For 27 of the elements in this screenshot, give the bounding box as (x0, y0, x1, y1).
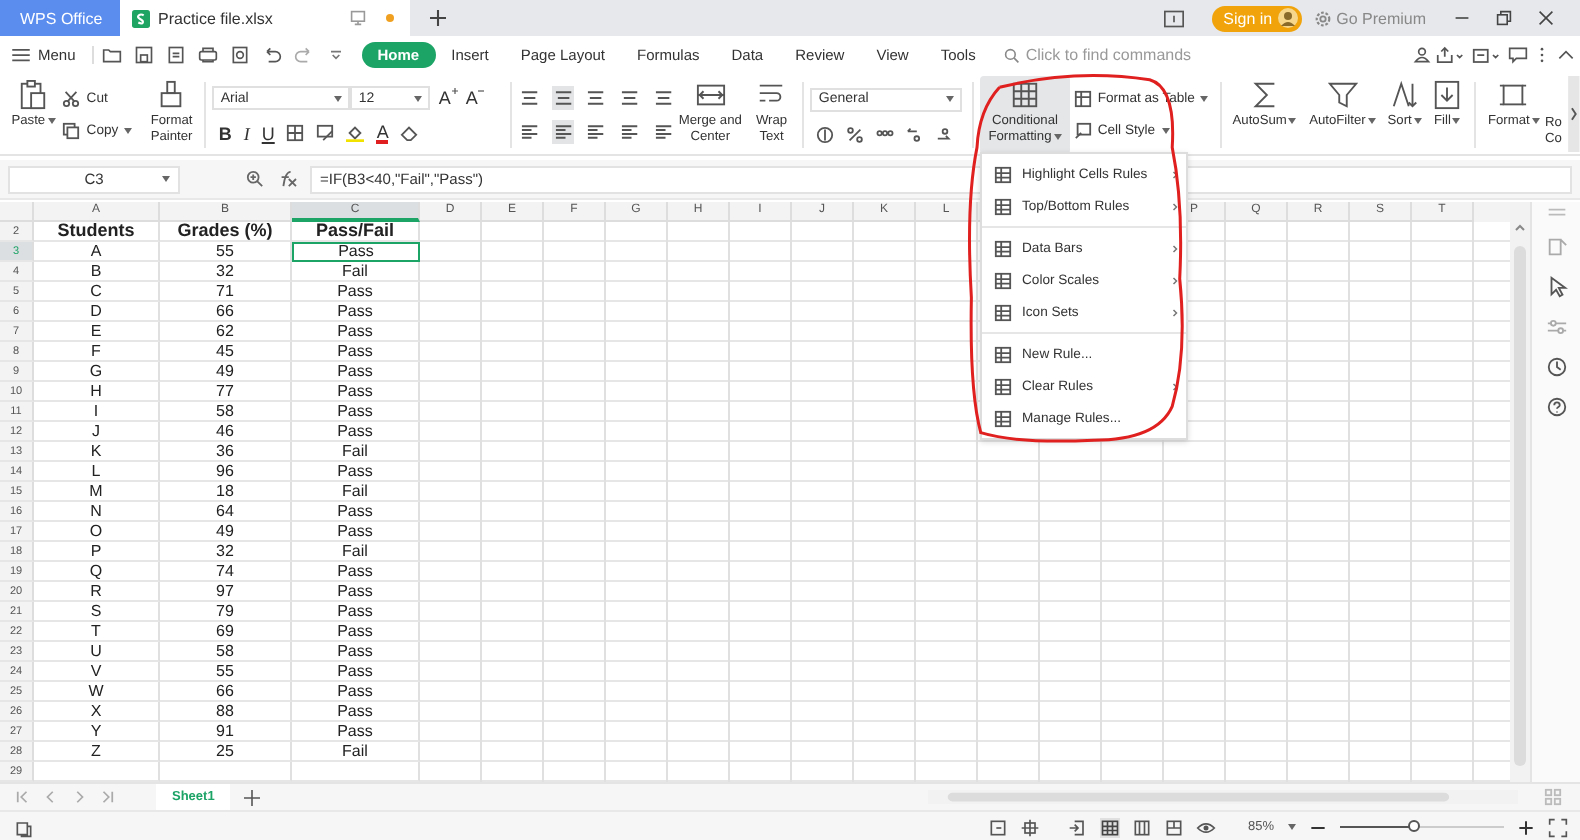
table-cell: Pass (292, 522, 420, 542)
table-cell: Pass (292, 402, 420, 422)
table-cell: Pass (292, 302, 420, 322)
table-cell: Fail (292, 742, 420, 762)
table-cell: Fail (292, 542, 420, 562)
table-cell: Pass (292, 462, 420, 482)
table-cell: Pass (292, 342, 420, 362)
table-cell: Pass (292, 702, 420, 722)
table-cell: Pass (292, 682, 420, 702)
table-cell: Pass (292, 502, 420, 522)
table-cell: Pass (292, 722, 420, 742)
table-cell: Pass (292, 642, 420, 662)
table-cell: Fail (292, 262, 420, 282)
table-cell: Pass (292, 422, 420, 442)
table-cell: Pass (292, 362, 420, 382)
table-cell: Pass (292, 602, 420, 622)
table-cell: Pass (292, 622, 420, 642)
table-cell: Pass (292, 382, 420, 402)
header-cell: Pass/Fail (292, 222, 420, 242)
table-cell: Pass (292, 282, 420, 302)
table-cell: Pass (292, 562, 420, 582)
table-cell: Pass (292, 582, 420, 602)
table-cell: Pass (292, 242, 420, 262)
table-cell: Fail (292, 442, 420, 462)
table-cell: Pass (292, 322, 420, 342)
table-cell: Pass (292, 662, 420, 682)
table-cell: Fail (292, 482, 420, 502)
